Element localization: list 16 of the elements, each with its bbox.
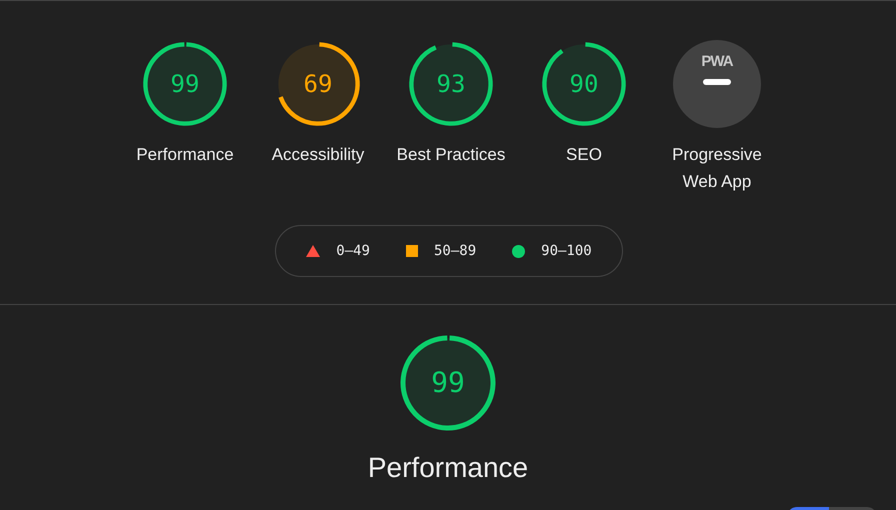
legend-range: 90–100 [541,242,592,260]
category-gauge-link[interactable]: 93 Best Practices [384,40,518,195]
score-value: 99 [170,69,200,100]
category-gauge-link[interactable]: PWA Progressive Web App [650,40,784,195]
section-title: Performance [368,451,528,485]
score-value: 93 [436,69,466,100]
category-gauge-link[interactable]: 99 Performance [118,40,252,195]
score-value: 69 [302,69,334,100]
category-gauge-link[interactable]: 69 Accessibility [252,40,384,195]
legend-range: 50–89 [434,242,476,260]
score-value: 99 [430,365,466,401]
score-value: 90 [568,69,600,100]
category-gauge-link[interactable]: 90 SEO [518,40,650,195]
pwa-text: PWA [701,54,733,69]
dash-icon [703,79,731,85]
legend-range: 0–49 [336,242,370,260]
